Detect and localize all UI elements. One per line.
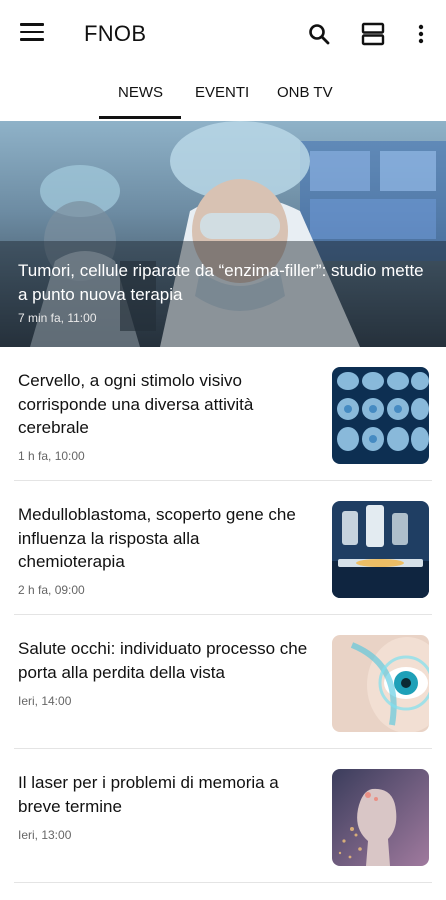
article-thumbnail — [332, 769, 429, 866]
news-list: Cervello, a ogni stimolo visivo corrispo… — [0, 347, 446, 883]
hero-title: Tumori, cellule riparate da “enzima-fill… — [18, 261, 424, 304]
tab-news[interactable]: NEWS — [118, 84, 163, 101]
active-tab-indicator — [99, 116, 181, 119]
article-timestamp: 2 h fa, 09:00 — [18, 583, 85, 597]
article-thumbnail — [332, 367, 429, 464]
article-thumbnail — [332, 635, 429, 732]
list-item[interactable]: Cervello, a ogni stimolo visivo corrispo… — [0, 347, 446, 481]
divider — [14, 882, 432, 883]
tab-eventi[interactable]: EVENTI — [195, 84, 249, 101]
article-title: Cervello, a ogni stimolo visivo corrispo… — [18, 371, 254, 437]
more-vert-icon[interactable] — [407, 20, 435, 48]
list-item[interactable]: Salute occhi: individuato processo che p… — [0, 615, 446, 749]
article-title: Il laser per i problemi di memoria a bre… — [18, 773, 279, 816]
article-title: Medulloblastoma, scoperto gene che influ… — [18, 505, 296, 571]
article-timestamp: 1 h fa, 10:00 — [18, 449, 85, 463]
list-item[interactable]: Il laser per i problemi di memoria a bre… — [0, 749, 446, 883]
list-item[interactable]: Medulloblastoma, scoperto gene che influ… — [0, 481, 446, 615]
article-timestamp: Ieri, 14:00 — [18, 694, 72, 708]
app-bar: FNOB — [0, 0, 446, 68]
search-icon[interactable] — [305, 20, 333, 48]
hero-timestamp: 7 min fa, 11:00 — [18, 311, 97, 325]
view-toggle-icon[interactable] — [359, 20, 387, 48]
tab-onb-tv[interactable]: ONB TV — [277, 84, 333, 101]
article-title: Salute occhi: individuato processo che p… — [18, 639, 308, 682]
tab-bar: NEWS EVENTI ONB TV — [0, 68, 446, 120]
article-timestamp: Ieri, 13:00 — [18, 828, 72, 842]
hero-article[interactable]: Tumori, cellule riparate da “enzima-fill… — [0, 121, 446, 347]
article-thumbnail — [332, 501, 429, 598]
menu-icon[interactable] — [20, 23, 44, 43]
app-title: FNOB — [84, 21, 147, 46]
